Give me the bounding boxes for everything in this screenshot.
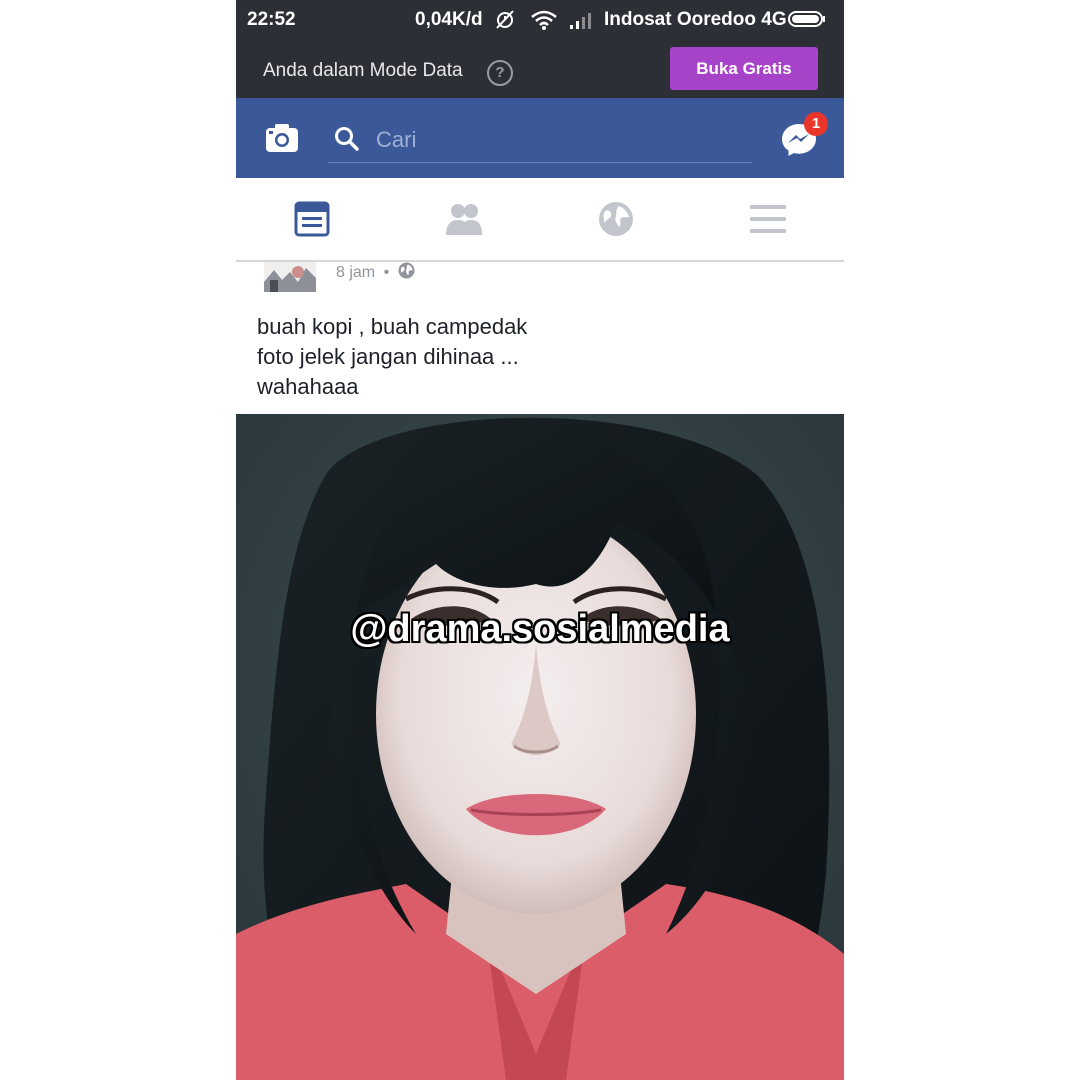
tab-news-feed[interactable] bbox=[236, 178, 388, 260]
tab-notifications[interactable] bbox=[540, 178, 692, 260]
battery-icon bbox=[788, 11, 825, 27]
alarm-off-icon bbox=[496, 10, 514, 29]
post-text-line: wahahaaa bbox=[257, 374, 359, 399]
post: 8 jam • buah kopi , buah campedak foto j… bbox=[236, 262, 844, 414]
help-icon[interactable]: ? bbox=[487, 60, 513, 86]
menu-icon bbox=[750, 205, 786, 233]
phone-screen: 22:52 0,04K/d Indosat Ooredoo 4G Anda da bbox=[236, 0, 844, 1080]
avatar[interactable] bbox=[264, 262, 316, 292]
portrait-image bbox=[236, 414, 844, 1080]
data-mode-text: Anda dalam Mode Data bbox=[263, 60, 463, 81]
public-globe-icon bbox=[398, 262, 415, 279]
wifi-icon bbox=[531, 10, 557, 30]
tab-menu[interactable] bbox=[692, 178, 844, 260]
tab-bar bbox=[236, 178, 844, 262]
post-meta: 8 jam • bbox=[336, 262, 415, 282]
messenger-badge: 1 bbox=[804, 112, 828, 136]
post-text-line: foto jelek jangan dihinaa ... bbox=[257, 344, 519, 369]
post-text: buah kopi , buah campedak foto jelek jan… bbox=[257, 312, 527, 402]
news-feed-icon bbox=[294, 201, 330, 237]
globe-icon bbox=[599, 202, 633, 236]
post-time[interactable]: 8 jam bbox=[336, 264, 375, 281]
search-icon bbox=[335, 127, 359, 151]
meta-separator: • bbox=[383, 264, 390, 281]
friends-icon bbox=[446, 204, 482, 235]
data-mode-banner: Anda dalam Mode Data ? Buka Gratis bbox=[236, 40, 844, 98]
status-bar: 22:52 0,04K/d Indosat Ooredoo 4G bbox=[236, 0, 844, 40]
status-time: 22:52 bbox=[247, 9, 296, 30]
camera-icon[interactable] bbox=[264, 122, 300, 154]
search-input[interactable] bbox=[374, 124, 738, 156]
status-carrier: Indosat Ooredoo 4G bbox=[604, 9, 787, 30]
status-network-speed: 0,04K/d bbox=[415, 9, 483, 30]
facebook-header: 1 bbox=[236, 98, 844, 178]
tab-friends[interactable] bbox=[388, 178, 540, 260]
signal-icon bbox=[570, 13, 591, 29]
watermark-text: @drama.sosialmedia bbox=[350, 608, 730, 650]
search-bar[interactable] bbox=[328, 116, 752, 163]
post-photo[interactable]: @drama.sosialmedia bbox=[236, 414, 844, 1080]
post-text-line: buah kopi , buah campedak bbox=[257, 314, 528, 339]
free-mode-button[interactable]: Buka Gratis bbox=[670, 47, 818, 90]
